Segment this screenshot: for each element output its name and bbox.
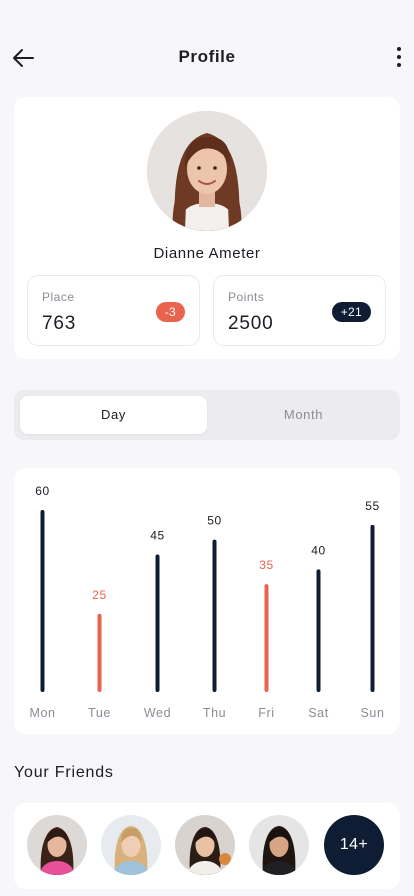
chart-value-label: 35 xyxy=(259,558,274,572)
chart-tick-label: Tue xyxy=(88,706,111,720)
avatar xyxy=(147,111,267,231)
activity-chart: 60 Mon 25 Tue 45 Wed 50 Thu 35 Fri 40 Sat 55 Sun xyxy=(14,468,400,734)
page-title: Profile xyxy=(178,47,236,66)
points-change-badge: +21 xyxy=(331,302,371,322)
period-toggle: Day Month xyxy=(14,390,400,440)
friend-photo xyxy=(27,815,87,875)
chart-tick-label: Mon xyxy=(29,706,55,720)
profile-photo xyxy=(147,111,267,231)
place-value: 763 xyxy=(42,313,77,334)
chart-value-label: 45 xyxy=(150,529,165,543)
friend-avatar[interactable] xyxy=(175,815,235,875)
friends-heading: Your Friends xyxy=(14,764,114,781)
place-stat: Place 763 -3 xyxy=(27,275,200,346)
friends-card: 14+ xyxy=(14,803,400,889)
chart-tick-label: Fri xyxy=(258,706,274,720)
friend-avatar[interactable] xyxy=(249,815,309,875)
chart-tick-label: Wed xyxy=(144,706,171,720)
friend-avatar[interactable] xyxy=(101,815,161,875)
bar-chart: 60 Mon 25 Tue 45 Wed 50 Thu 35 Fri 40 Sat 55 Sun xyxy=(29,484,384,720)
place-change-badge: -3 xyxy=(155,302,185,322)
friend-avatar[interactable] xyxy=(27,815,87,875)
points-value: 2500 xyxy=(228,313,274,334)
chart-tick-label: Sat xyxy=(308,706,329,720)
profile-card: Dianne Ameter Place 763 -3 Points 2500 +… xyxy=(14,97,400,359)
chart-value-label: 60 xyxy=(35,484,50,498)
points-stat: Points 2500 +21 xyxy=(213,275,386,346)
tab-month[interactable]: Month xyxy=(210,396,397,434)
points-label: Points xyxy=(228,290,265,304)
chart-tick-label: Thu xyxy=(203,706,226,720)
more-vertical-icon[interactable] xyxy=(392,44,406,72)
chart-value-label: 25 xyxy=(92,588,107,602)
place-label: Place xyxy=(42,290,75,304)
friend-photo xyxy=(101,815,161,875)
chart-tick-label: Sun xyxy=(360,706,384,720)
profile-name: Dianne Ameter xyxy=(153,245,261,262)
chart-value-label: 55 xyxy=(365,499,380,513)
more-friends-button[interactable]: 14+ xyxy=(324,815,384,875)
chart-value-label: 40 xyxy=(311,543,326,557)
friend-photo xyxy=(175,815,235,875)
tab-day[interactable]: Day xyxy=(20,396,207,434)
friend-photo xyxy=(249,815,309,875)
chart-value-label: 50 xyxy=(207,514,222,528)
